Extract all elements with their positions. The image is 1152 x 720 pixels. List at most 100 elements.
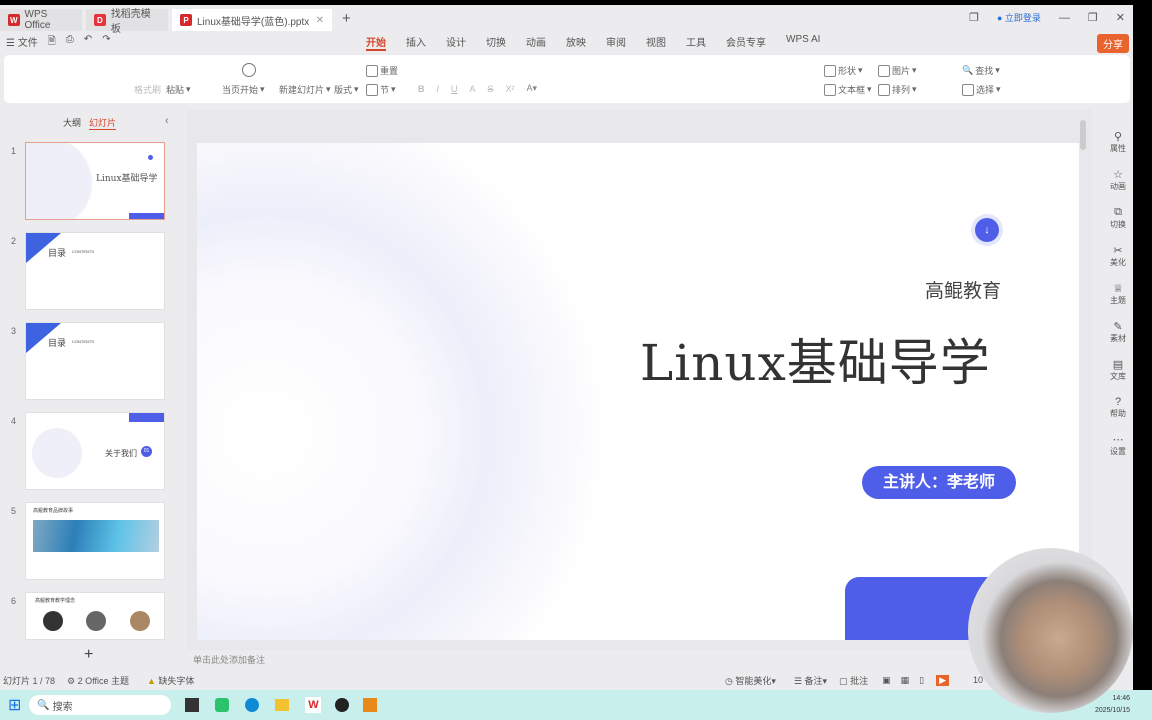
slide-canvas: ↓ 高鲲教育 Linux基础导学 主讲人：李老师 <box>187 110 1092 650</box>
missing-font-button[interactable]: 缺失字体 <box>158 676 194 686</box>
sidebar-icon: ▤ <box>1112 359 1124 371</box>
clock[interactable]: 14:46 2025/10/15 <box>1095 693 1130 717</box>
sidebar-item-7[interactable]: ? 帮助 <box>1110 396 1126 419</box>
sidebar-icon: ⋯ <box>1112 434 1124 446</box>
sidebar-label: 帮助 <box>1110 409 1126 418</box>
explorer-icon[interactable] <box>275 699 290 711</box>
taskview-icon[interactable] <box>185 698 200 712</box>
smart-beautify-button[interactable]: ◷ 智能美化▾ <box>725 674 776 687</box>
close-window-button[interactable]: ✕ <box>1116 11 1125 24</box>
menu-tab-6[interactable]: 审阅 <box>606 34 626 51</box>
menu-tab-0[interactable]: 开始 <box>366 34 386 51</box>
redo-icon[interactable]: ↷ <box>102 34 110 51</box>
close-icon[interactable]: ✕ <box>316 15 324 26</box>
new-tab-button[interactable]: + <box>342 10 351 27</box>
slides-tab[interactable]: 幻灯片 <box>89 116 117 130</box>
slide-thumbnail-panel: 大纲 幻灯片 ‹ 1 Linux基础导学 2 目录 CONTENTS 3 目录 CON… <box>0 110 185 668</box>
sidebar-item-4[interactable]: ♕ 主题 <box>1110 282 1126 306</box>
sidebar-item-8[interactable]: ⋯ 设置 <box>1110 433 1126 457</box>
app2-icon[interactable] <box>363 698 378 712</box>
minimize-button[interactable]: — <box>1059 12 1070 24</box>
find-button[interactable]: 🔍 查找 ▾ <box>962 64 1000 77</box>
sidebar-label: 素材 <box>1110 334 1126 343</box>
tab-template[interactable]: D 找稻壳模板 <box>86 9 168 35</box>
normal-view-icon[interactable]: ▣ <box>882 675 891 686</box>
presenter-badge: 主讲人：李老师 <box>862 466 1016 499</box>
collapse-panel-icon[interactable]: ‹ <box>165 115 169 127</box>
menu-tab-2[interactable]: 设计 <box>446 34 466 51</box>
menu-tab-7[interactable]: 视图 <box>646 34 666 51</box>
new-slide-button[interactable]: 新建幻灯片 ▾ <box>279 83 331 96</box>
window-list-icon[interactable]: ❐ <box>969 11 979 24</box>
picture-button[interactable]: 图片 ▾ <box>878 64 917 77</box>
sidebar-icon: ✎ <box>1113 321 1123 333</box>
sidebar-item-3[interactable]: ✂ 美化 <box>1110 244 1126 268</box>
menu-bar: ☰ 文件 🗎 ⎙ ↶ ↷ 开始 插入 设计 切换 动画 放映 审阅 视图 工具 会员专享 WPS AI 分享 <box>0 31 1133 53</box>
wechat-icon[interactable] <box>215 698 230 712</box>
docer-logo-icon: D <box>94 14 106 26</box>
play-slideshow-button[interactable]: ▶ <box>936 674 949 686</box>
app-icon[interactable] <box>335 698 350 712</box>
menu-tab-10[interactable]: WPS AI <box>786 34 820 51</box>
slide-thumbnail-5[interactable]: 5 高鲲教育品牌故事 <box>0 502 180 582</box>
paste-button[interactable]: 粘贴 ▾ <box>166 83 191 96</box>
menu-tab-8[interactable]: 工具 <box>686 34 706 51</box>
tab-pptx[interactable]: P Linux基础导学(蓝色).pptx ✕ <box>172 9 332 31</box>
print-icon[interactable]: ⎙ <box>66 34 74 51</box>
sidebar-item-2[interactable]: ⧉ 切换 <box>1110 206 1126 230</box>
font-format-group: B I U A S X² A▾ <box>418 83 538 94</box>
notes-input[interactable]: 单击此处添加备注 <box>193 653 265 666</box>
menu-tab-1[interactable]: 插入 <box>406 34 426 51</box>
section-button[interactable]: 节 ▾ <box>366 83 396 96</box>
slide-thumbnail-3[interactable]: 3 目录 CONTENTS <box>0 322 180 402</box>
reading-view-icon[interactable]: ▯ <box>919 675 924 686</box>
slide-thumbnail-4[interactable]: 4 关于我们 01 <box>0 412 180 492</box>
restore-button[interactable]: ❐ <box>1088 11 1098 24</box>
sidebar-item-1[interactable]: ☆ 动画 <box>1110 168 1126 192</box>
vertical-scrollbar[interactable] <box>1080 120 1086 150</box>
sidebar-item-0[interactable]: ⚲ 属性 <box>1110 130 1126 154</box>
tab-wps-office[interactable]: W WPS Office <box>0 9 82 31</box>
outline-tab[interactable]: 大纲 <box>63 116 81 130</box>
edge-icon[interactable] <box>245 698 260 712</box>
undo-icon[interactable]: ↶ <box>84 34 92 51</box>
menu-tab-3[interactable]: 切换 <box>486 34 506 51</box>
file-label: 文件 <box>17 37 38 49</box>
taskbar-search[interactable]: 🔍 搜索 <box>29 695 172 715</box>
textbox-button[interactable]: 文本框 ▾ <box>824 83 872 96</box>
tab-label: Linux基础导学(蓝色).pptx <box>197 16 310 28</box>
comment-button[interactable]: ▢ 批注 <box>839 674 868 687</box>
sidebar-icon: ♕ <box>1113 283 1123 295</box>
login-button[interactable]: ● 立即登录 <box>997 11 1041 24</box>
sidebar-icon: ? <box>1114 396 1122 408</box>
sidebar-item-6[interactable]: ▤ 文库 <box>1110 358 1126 382</box>
current-slide[interactable]: ↓ 高鲲教育 Linux基础导学 主讲人：李老师 <box>197 143 1079 640</box>
theme-button[interactable]: ⚙ 2 Office 主题 <box>67 674 129 687</box>
save-icon[interactable]: 🗎 <box>48 34 56 51</box>
wps-taskbar-icon[interactable]: W <box>305 697 322 713</box>
right-sidebar: ⚲ 属性 ☆ 动画 ⧉ 切换 ✂ 美化 ♕ 主题 ✎ 素材 ▤ 文库? 帮助 ⋯ 设置 <box>1103 130 1133 457</box>
sidebar-item-5[interactable]: ✎ 素材 <box>1110 320 1126 344</box>
play-current-button[interactable]: 当页开始 ▾ <box>222 83 265 96</box>
file-menu[interactable]: ☰ 文件 <box>6 34 38 51</box>
menu-tab-4[interactable]: 动画 <box>526 34 546 51</box>
add-slide-button[interactable]: + <box>84 646 93 664</box>
reset-button[interactable]: 重置 <box>366 64 398 77</box>
slide-thumbnail-2[interactable]: 2 目录 CONTENTS <box>0 232 180 312</box>
sidebar-icon: ✂ <box>1113 245 1123 257</box>
share-button[interactable]: 分享 <box>1097 34 1129 53</box>
layout-button[interactable]: 版式 ▾ <box>334 83 359 96</box>
sidebar-label: 设置 <box>1110 447 1126 456</box>
slide-thumbnail-1[interactable]: 1 Linux基础导学 <box>0 142 180 222</box>
menu-tab-5[interactable]: 放映 <box>566 34 586 51</box>
arrange-button[interactable]: 排列 ▾ <box>878 83 917 96</box>
format-painter-button[interactable]: 格式刷 <box>134 83 161 96</box>
notes-button[interactable]: ☰ 备注▾ <box>794 674 827 687</box>
sidebar-label: 主题 <box>1110 296 1126 305</box>
shape-button[interactable]: 形状 ▾ <box>824 64 863 77</box>
select-button[interactable]: 选择 ▾ <box>962 83 1001 96</box>
menu-tab-9[interactable]: 会员专享 <box>726 34 766 51</box>
slide-count: 幻灯片 1 / 78 <box>3 675 56 686</box>
start-icon[interactable]: ⊞ <box>8 695 21 715</box>
grid-view-icon[interactable]: ▦ <box>901 675 910 686</box>
